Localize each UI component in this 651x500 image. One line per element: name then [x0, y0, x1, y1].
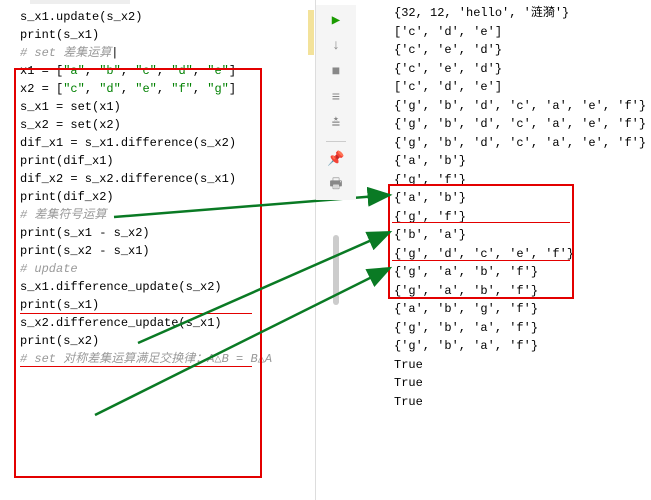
output-line: True: [316, 374, 651, 393]
code-line: print(s_x1): [20, 296, 315, 314]
code-line: print(s_x1 - s_x2): [20, 224, 315, 242]
code-line: x1 = ["a", "b", "c", "d", "e"]: [20, 62, 315, 80]
code-line: s_x1.difference_update(s_x2): [20, 278, 315, 296]
output-line: {'b', 'a'}: [316, 226, 651, 245]
code-line: print(dif_x1): [20, 152, 315, 170]
scrollbar-thumb[interactable]: [333, 235, 339, 305]
annotation-line: [20, 366, 252, 367]
list-icon[interactable]: ≡: [324, 87, 348, 109]
annotation-line: [392, 222, 570, 223]
print-icon[interactable]: 🖶: [324, 174, 348, 196]
step-down-icon[interactable]: ↓: [324, 35, 348, 57]
code-line: s_x1 = set(x1): [20, 98, 315, 116]
output-line: {'c', 'e', 'd'}: [316, 60, 651, 79]
annotation-line: [392, 260, 570, 261]
code-line: dif_x2 = s_x2.difference(s_x1): [20, 170, 315, 188]
code-line: print(s_x1): [20, 26, 315, 44]
output-line: {'g', 'b', 'a', 'f'}: [316, 337, 651, 356]
pin-icon[interactable]: 📌: [324, 148, 348, 170]
code-line: dif_x1 = s_x1.difference(s_x2): [20, 134, 315, 152]
output-line: {'a', 'b'}: [316, 152, 651, 171]
output-line: {'g', 'b', 'd', 'c', 'a', 'e', 'f'}: [316, 97, 651, 116]
minimap: [308, 10, 314, 55]
output-line: {'g', 'b', 'd', 'c', 'a', 'e', 'f'}: [316, 115, 651, 134]
code-line: x2 = ["c", "d", "e", "f", "g"]: [20, 80, 315, 98]
output-line: {'c', 'e', 'd'}: [316, 41, 651, 60]
code-line: s_x2.difference_update(s_x1): [20, 314, 315, 332]
output-line: {'g', 'b', 'd', 'c', 'a', 'e', 'f'}: [316, 134, 651, 153]
code-editor[interactable]: s_x1.update(s_x2) print(s_x1) # set 差集运算…: [0, 0, 316, 500]
layout-icon[interactable]: ≛: [324, 113, 348, 135]
output-line: {'a', 'b'}: [316, 189, 651, 208]
output-console[interactable]: {32, 12, 'hello', '涟漪'} ['c', 'd', 'e'] …: [316, 0, 651, 500]
output-line: True: [316, 393, 651, 412]
output-line: {'g', 'f'}: [316, 171, 651, 190]
output-line: {'g', 'a', 'b', 'f'}: [316, 282, 651, 301]
code-comment: # update: [20, 260, 315, 278]
code-comment: # 差集符号运算: [20, 206, 315, 224]
output-line: {'g', 'a', 'b', 'f'}: [316, 263, 651, 282]
stop-icon[interactable]: ■: [324, 61, 348, 83]
output-line: {32, 12, 'hello', '涟漪'}: [316, 4, 651, 23]
code-comment: # set 差集运算|: [20, 44, 315, 62]
output-line: {'g', 'b', 'a', 'f'}: [316, 319, 651, 338]
code-line: s_x2 = set(x2): [20, 116, 315, 134]
output-line: {'g', 'f'}: [316, 208, 651, 227]
code-line: print(s_x2 - s_x1): [20, 242, 315, 260]
run-icon[interactable]: ▶: [324, 9, 348, 31]
toolbar-divider: [326, 141, 346, 142]
code-line: s_x1.update(s_x2): [20, 8, 315, 26]
editor-tab[interactable]: [30, 0, 130, 4]
code-line: print(dif_x2): [20, 188, 315, 206]
output-line: True: [316, 356, 651, 375]
output-line: ['c', 'd', 'e']: [316, 78, 651, 97]
output-line: ['c', 'd', 'e']: [316, 23, 651, 42]
annotation-line: [20, 313, 252, 314]
run-toolbar: ▶ ↓ ■ ≡ ≛ 📌 🖶: [316, 5, 356, 200]
output-line: {'a', 'b', 'g', 'f'}: [316, 300, 651, 319]
code-line: print(s_x2): [20, 332, 315, 350]
